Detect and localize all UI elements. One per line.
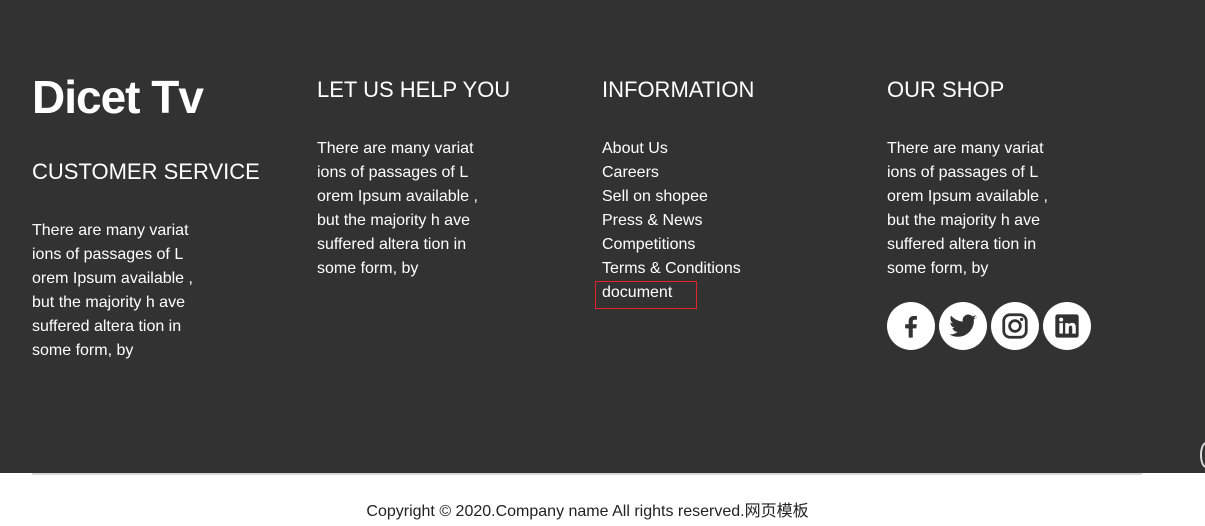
text-line: but the majority h ave xyxy=(317,212,470,229)
text-line: ions of passages of L xyxy=(887,164,1039,181)
highlight-box xyxy=(595,281,697,309)
link-careers[interactable]: Careers xyxy=(602,161,741,185)
linkedin-icon[interactable] xyxy=(1043,302,1091,350)
text-line: suffered altera tion in xyxy=(887,236,1037,253)
information-links: About Us Careers Sell on shopee Press & … xyxy=(602,137,741,305)
help-title: LET US HELP YOU xyxy=(317,77,511,102)
help-text: There are many variat ions of passages o… xyxy=(317,137,478,281)
text-line: suffered altera tion in xyxy=(32,318,182,335)
text-line: some form, by xyxy=(887,260,989,277)
link-terms-conditions[interactable]: Terms & Conditions xyxy=(602,257,741,281)
text-line: but the majority h ave xyxy=(887,212,1040,229)
link-about-us[interactable]: About Us xyxy=(602,137,741,161)
text-line: some form, by xyxy=(32,342,134,359)
scroll-to-top-button[interactable] xyxy=(1200,442,1205,468)
twitter-icon[interactable] xyxy=(939,302,987,350)
customer-service-text: There are many variat ions of passages o… xyxy=(32,219,193,363)
information-title: INFORMATION xyxy=(602,77,755,102)
text-line: ions of passages of L xyxy=(32,246,184,263)
facebook-icon[interactable] xyxy=(887,302,935,350)
shop-text: There are many variat ions of passages o… xyxy=(887,137,1048,281)
text-line: There are many variat xyxy=(887,140,1044,157)
text-line: some form, by xyxy=(317,260,419,277)
brand-logo: Dicet Tv xyxy=(32,71,204,123)
text-line: but the majority h ave xyxy=(32,294,185,311)
text-line: orem Ipsum available , xyxy=(32,270,193,287)
shop-title: OUR SHOP xyxy=(887,77,1005,102)
instagram-icon[interactable] xyxy=(991,302,1039,350)
text-line: orem Ipsum available , xyxy=(887,188,1048,205)
text-line: ions of passages of L xyxy=(317,164,469,181)
link-sell-on-shopee[interactable]: Sell on shopee xyxy=(602,185,741,209)
copyright-text: Copyright © 2020.Company name All rights… xyxy=(366,503,809,520)
text-line: suffered altera tion in xyxy=(317,236,467,253)
link-press-news[interactable]: Press & News xyxy=(602,209,741,233)
customer-service-title: CUSTOMER SERVICE xyxy=(32,159,260,184)
text-line: orem Ipsum available , xyxy=(317,188,478,205)
link-competitions[interactable]: Competitions xyxy=(602,233,741,257)
divider xyxy=(32,473,1142,475)
text-line: There are many variat xyxy=(32,222,189,239)
footer: Dicet Tv CUSTOMER SERVICE There are many… xyxy=(0,0,1205,473)
text-line: There are many variat xyxy=(317,140,474,157)
social-links xyxy=(887,302,1091,350)
